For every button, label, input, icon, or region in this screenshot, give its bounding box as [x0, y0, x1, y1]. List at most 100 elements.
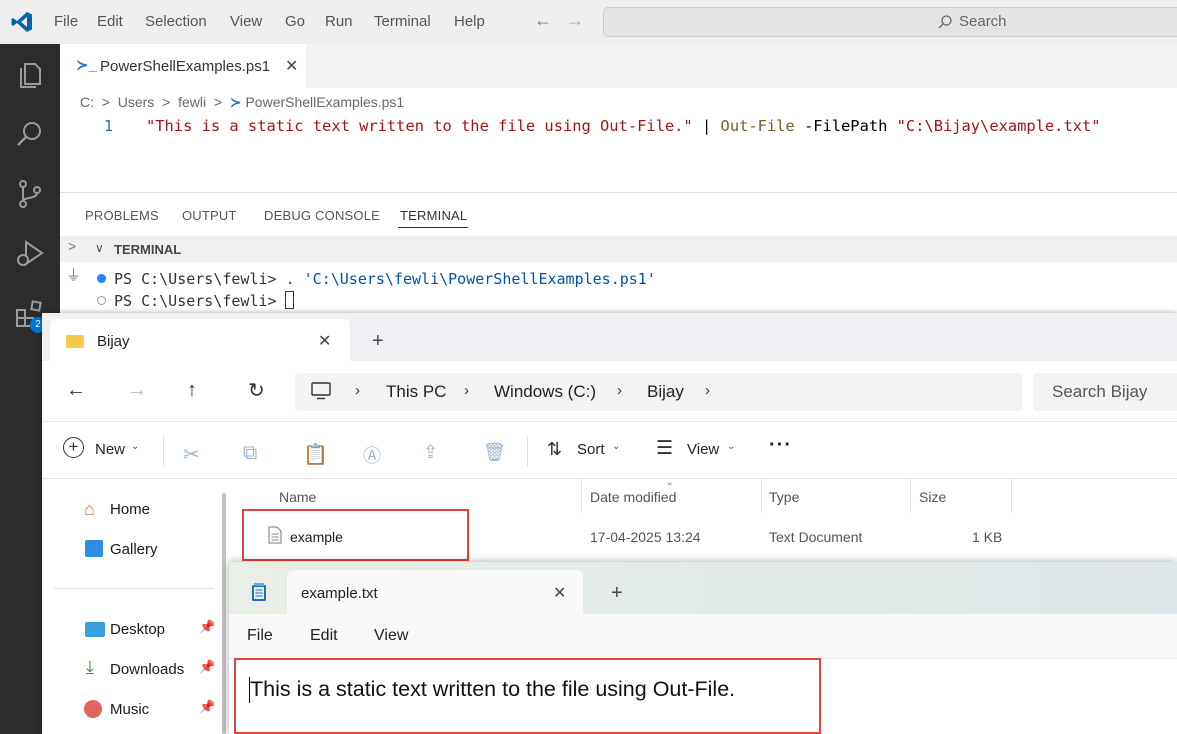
breadcrumb-users[interactable]: Users: [118, 94, 155, 110]
run-debug-icon[interactable]: [14, 238, 46, 270]
search-icon[interactable]: [14, 118, 46, 150]
close-tab-icon[interactable]: ✕: [285, 56, 298, 76]
code-line[interactable]: "This is a static text written to the fi…: [146, 117, 1101, 135]
explorer-files-icon[interactable]: [14, 58, 46, 90]
column-name[interactable]: Name: [279, 489, 316, 505]
chevron-right-icon[interactable]: >: [68, 238, 76, 254]
menu-file[interactable]: File: [247, 627, 273, 645]
source-control-icon[interactable]: [14, 178, 46, 210]
forward-arrow-icon[interactable]: →: [566, 10, 584, 31]
menu-help[interactable]: Help: [454, 13, 485, 30]
nav-home[interactable]: Home: [110, 501, 150, 518]
terminal-header-label: TERMINAL: [114, 242, 182, 257]
close-tab-icon[interactable]: ✕: [553, 583, 566, 603]
menu-go[interactable]: Go: [285, 13, 305, 30]
column-separator[interactable]: [1011, 479, 1012, 513]
more-options-icon[interactable]: ···: [769, 434, 792, 457]
tab-problems[interactable]: PROBLEMS: [85, 208, 159, 223]
command-center-search[interactable]: Search: [603, 7, 1177, 37]
view-button[interactable]: View: [687, 441, 719, 458]
file-size: 1 KB: [972, 529, 1003, 545]
menu-edit[interactable]: Edit: [97, 13, 123, 30]
chevron-down-icon: ⌄: [727, 441, 736, 452]
menu-selection[interactable]: Selection: [145, 13, 207, 30]
chevron-right-icon[interactable]: ›: [705, 382, 710, 399]
new-tab-plus-icon[interactable]: +: [611, 582, 623, 605]
cut-icon[interactable]: ✂: [183, 442, 205, 466]
refresh-icon[interactable]: ↻: [248, 378, 265, 403]
column-separator[interactable]: [761, 479, 762, 513]
editor-tab[interactable]: ≻_ PowerShellExamples.ps1 ✕: [60, 44, 306, 88]
up-arrow-icon[interactable]: ↑: [187, 379, 197, 402]
explorer-tab[interactable]: Bijay ✕: [50, 319, 350, 361]
sort-button[interactable]: Sort: [577, 441, 605, 458]
address-bijay[interactable]: Bijay: [647, 382, 684, 402]
chevron-right-icon: ›: [617, 382, 622, 399]
view-lines-icon: ☰: [656, 438, 674, 459]
pin-icon[interactable]: 📌: [199, 619, 215, 635]
column-separator[interactable]: [581, 479, 582, 513]
tab-output[interactable]: OUTPUT: [182, 208, 237, 223]
breadcrumb-fewli[interactable]: fewli: [178, 94, 206, 110]
breadcrumb-file[interactable]: PowerShellExamples.ps1: [245, 94, 404, 110]
menu-edit[interactable]: Edit: [310, 627, 338, 645]
column-size[interactable]: Size: [919, 489, 946, 505]
close-tab-icon[interactable]: ✕: [318, 331, 331, 351]
divider: [54, 588, 214, 589]
nav-scrollbar-thumb[interactable]: [222, 493, 226, 734]
forward-arrow-icon[interactable]: →: [127, 379, 147, 402]
menu-view[interactable]: View: [374, 627, 408, 645]
share-icon[interactable]: ⇪: [423, 442, 445, 464]
column-separator[interactable]: [910, 479, 911, 513]
code-string: "This is a static text written to the fi…: [146, 117, 693, 135]
home-icon: ⌂: [84, 499, 95, 519]
powershell-file-icon: ≻_: [76, 57, 97, 74]
address-this-pc[interactable]: This PC: [386, 382, 446, 402]
powershell-file-icon: ≻: [229, 94, 242, 110]
explorer-tab-title: Bijay: [97, 333, 130, 350]
desktop-icon: [85, 622, 105, 637]
highlight-box: [242, 509, 469, 561]
nav-downloads[interactable]: Downloads: [110, 661, 184, 678]
address-windows-c[interactable]: Windows (C:): [494, 382, 596, 402]
terminal-prompt: PS C:\Users\fewli>: [114, 292, 277, 310]
column-type[interactable]: Type: [769, 489, 799, 505]
pin-icon[interactable]: 📌: [199, 699, 215, 715]
address-row: ← → ↑ ↻ › This PC › Windows (C:) › Bijay…: [42, 361, 1177, 421]
breadcrumb: C: > Users > fewli > ≻ PowerShellExample…: [80, 94, 404, 111]
tab-debug-console[interactable]: DEBUG CONSOLE: [264, 208, 380, 223]
terminal-line-2[interactable]: PS C:\Users\fewli>: [114, 291, 294, 310]
copy-icon[interactable]: ⧉: [243, 442, 265, 464]
back-arrow-icon[interactable]: ←: [66, 379, 86, 402]
tab-terminal[interactable]: TERMINAL: [400, 208, 467, 223]
explorer-search-box[interactable]: Search Bijay: [1033, 373, 1177, 411]
rename-icon[interactable]: Ⓐ: [363, 442, 385, 466]
code-cmdlet: Out-File: [720, 117, 795, 135]
delete-icon[interactable]: 🗑: [483, 442, 506, 464]
paste-icon[interactable]: 📋: [303, 442, 328, 466]
menu-file[interactable]: File: [54, 13, 78, 30]
command-bar: + New ⌄ ✂ ⧉ 📋 Ⓐ ⇪ 🗑 ⇅ Sort ⌄ ☰ View ⌄ ··…: [42, 421, 1177, 479]
pin-icon[interactable]: 📌: [199, 659, 215, 675]
code-param: -FilePath: [803, 117, 888, 135]
menu-run[interactable]: Run: [325, 13, 353, 30]
code-path-string: "C:\Bijay\example.txt": [896, 117, 1101, 135]
address-bar[interactable]: › This PC › Windows (C:) › Bijay ›: [295, 373, 1022, 411]
plug-icon[interactable]: ⏚: [66, 264, 81, 285]
nav-gallery[interactable]: Gallery: [110, 541, 158, 558]
sort-icon: ⇅: [547, 439, 563, 459]
notepad-menu-bar: File Edit View: [229, 614, 1177, 658]
nav-desktop[interactable]: Desktop: [110, 621, 165, 638]
breadcrumb-drive[interactable]: C:: [80, 94, 94, 110]
new-tab-plus-icon[interactable]: +: [372, 330, 384, 353]
navigation-pane: ⌂ Home Gallery Desktop 📌 ⤓ Downloads 📌 M…: [42, 479, 217, 734]
column-date-modified[interactable]: Date modified: [590, 489, 676, 505]
menu-terminal[interactable]: Terminal: [374, 13, 431, 30]
back-arrow-icon[interactable]: ←: [534, 10, 552, 31]
nav-music[interactable]: Music: [110, 701, 149, 718]
notepad-tab[interactable]: example.txt ✕: [287, 570, 583, 614]
new-button[interactable]: New: [95, 441, 125, 458]
terminal-section-header[interactable]: ∨ TERMINAL: [60, 236, 1177, 262]
menu-view[interactable]: View: [230, 13, 262, 30]
file-type: Text Document: [769, 529, 863, 545]
